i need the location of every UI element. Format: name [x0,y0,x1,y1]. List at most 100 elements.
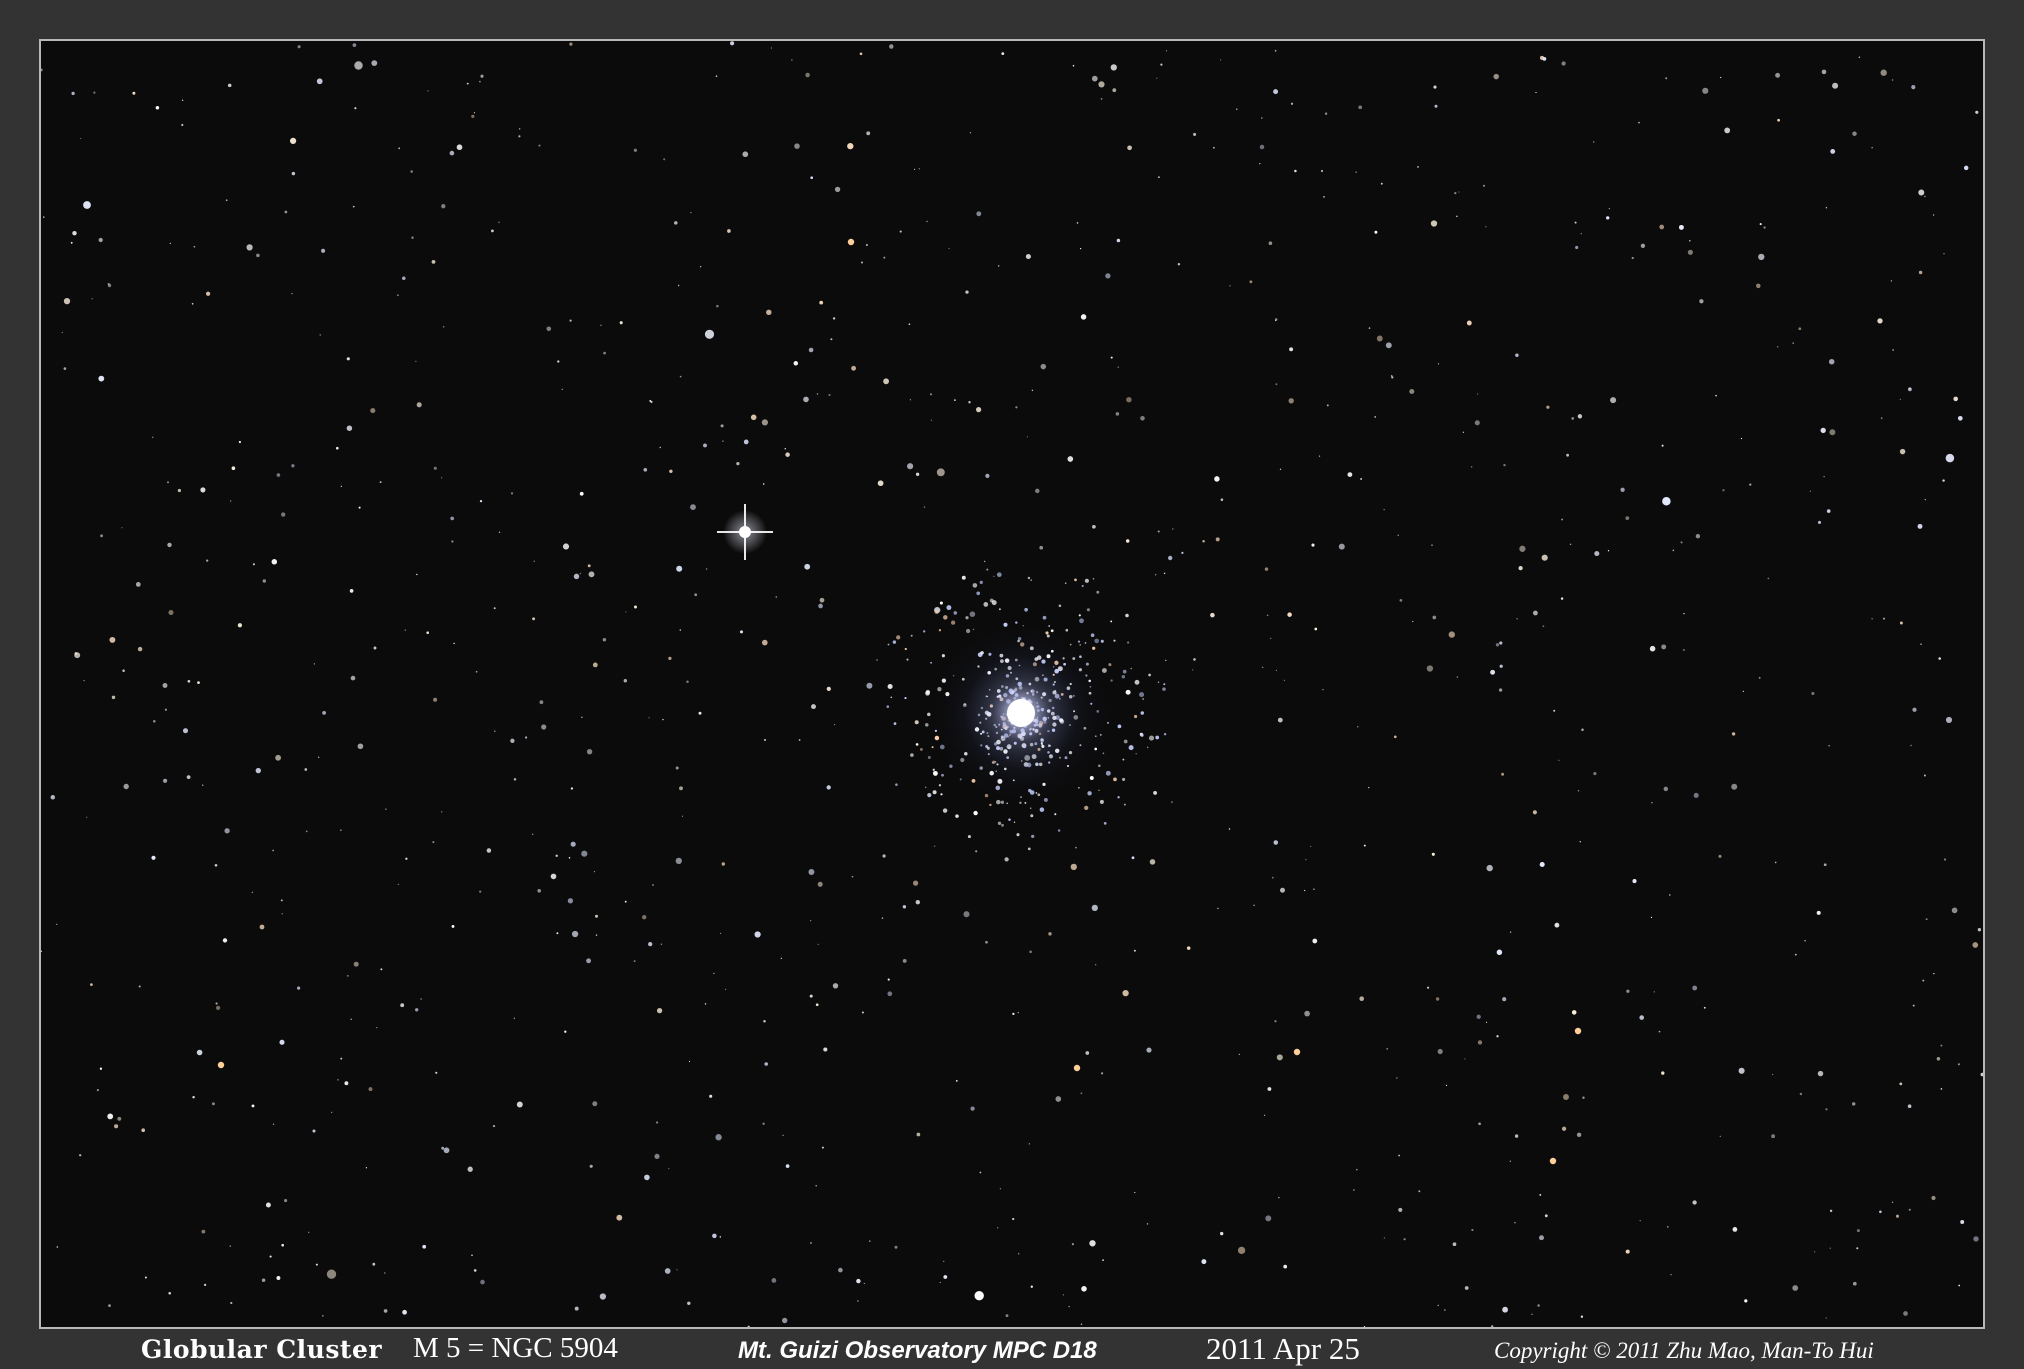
field-star [761,639,768,646]
field-star [1320,169,1324,173]
field-star [1390,375,1393,377]
field-star [690,504,696,511]
field-star [574,1306,579,1311]
field-star [550,873,557,880]
field-star [1899,448,1906,455]
field-star [826,785,831,790]
field-star [322,711,326,715]
field-star [1080,1092,1083,1095]
field-star [1359,996,1365,1002]
field-star [993,575,995,578]
field-star [162,683,168,688]
field-star [592,662,598,668]
field-star [281,1243,284,1247]
field-star [1201,1259,1207,1265]
field-star [1554,922,1560,928]
field-star [1353,1189,1355,1191]
field-star [1663,786,1669,792]
field-star [1742,690,1744,693]
field-star [1856,1229,1860,1233]
field-star [997,1227,999,1229]
field-star [1125,539,1130,543]
cluster-star [1122,777,1126,781]
field-star [1924,498,1926,501]
field-star [86,816,88,818]
field-star [114,1124,119,1129]
field-star [537,888,542,893]
field-star [1029,950,1032,954]
field-star [123,783,129,790]
field-star [1117,366,1119,368]
field-star [1228,828,1231,830]
field-star [1518,565,1523,571]
field-star [1126,396,1132,403]
field-star [1478,1122,1481,1126]
field-star [650,400,653,404]
field-star [562,543,570,550]
field-star [1193,658,1196,661]
field-star [999,1188,1002,1190]
field-star [215,1005,221,1011]
field-star [456,144,463,151]
field-star [211,1102,215,1106]
field-star [715,75,718,77]
field-star [595,914,598,918]
field-star [863,1282,866,1285]
field-star [513,1017,515,1019]
field-star [676,1269,678,1271]
field-star [1571,417,1575,420]
field-star [162,778,168,783]
field-star [340,485,342,488]
field-star [1877,318,1883,324]
field-star [882,854,886,858]
field-star [1767,577,1770,580]
field-star [1957,415,1963,421]
field-star [1977,928,1982,932]
field-star [970,1106,975,1111]
field-star [1899,398,1901,400]
field-star [1606,216,1610,220]
field-star [868,1240,871,1242]
field-star [98,237,103,243]
field-star [1001,52,1005,56]
field-star [709,1094,713,1098]
field-star [1070,863,1077,871]
field-star [942,1260,945,1263]
field-star [1653,991,1655,993]
field-star [954,399,956,401]
field-star [1582,1096,1585,1099]
field-star [1702,87,1709,94]
field-star [473,1269,477,1272]
field-star [1076,222,1079,224]
cluster-star [961,575,966,580]
field-star [1357,726,1359,728]
field-star [1035,488,1040,494]
field-star [1323,195,1325,198]
cluster-star [1096,590,1100,594]
cluster-star [1134,679,1140,685]
cluster-star [1030,579,1032,581]
cluster-star [953,611,958,615]
field-star [856,1278,861,1284]
field-star [322,1315,324,1317]
field-star [539,700,544,705]
field-star [1269,637,1272,640]
field-star [1820,427,1826,434]
field-star [1427,986,1430,989]
field-star [510,492,514,495]
field-star [916,1132,921,1137]
field-star [525,736,528,739]
field-star [405,857,408,860]
cluster-star [1016,833,1020,837]
field-star [1273,89,1279,95]
field-star [313,663,316,665]
field-star [681,815,684,817]
field-star [927,756,931,759]
field-star [453,642,455,645]
copyright-caption: Copyright © 2011 Zhu Mao, Man-To Hui [1494,1338,1874,1363]
field-star [965,290,969,294]
field-star [1322,688,1324,691]
field-star [1264,567,1269,571]
field-star [1821,69,1827,75]
field-star [794,143,800,149]
